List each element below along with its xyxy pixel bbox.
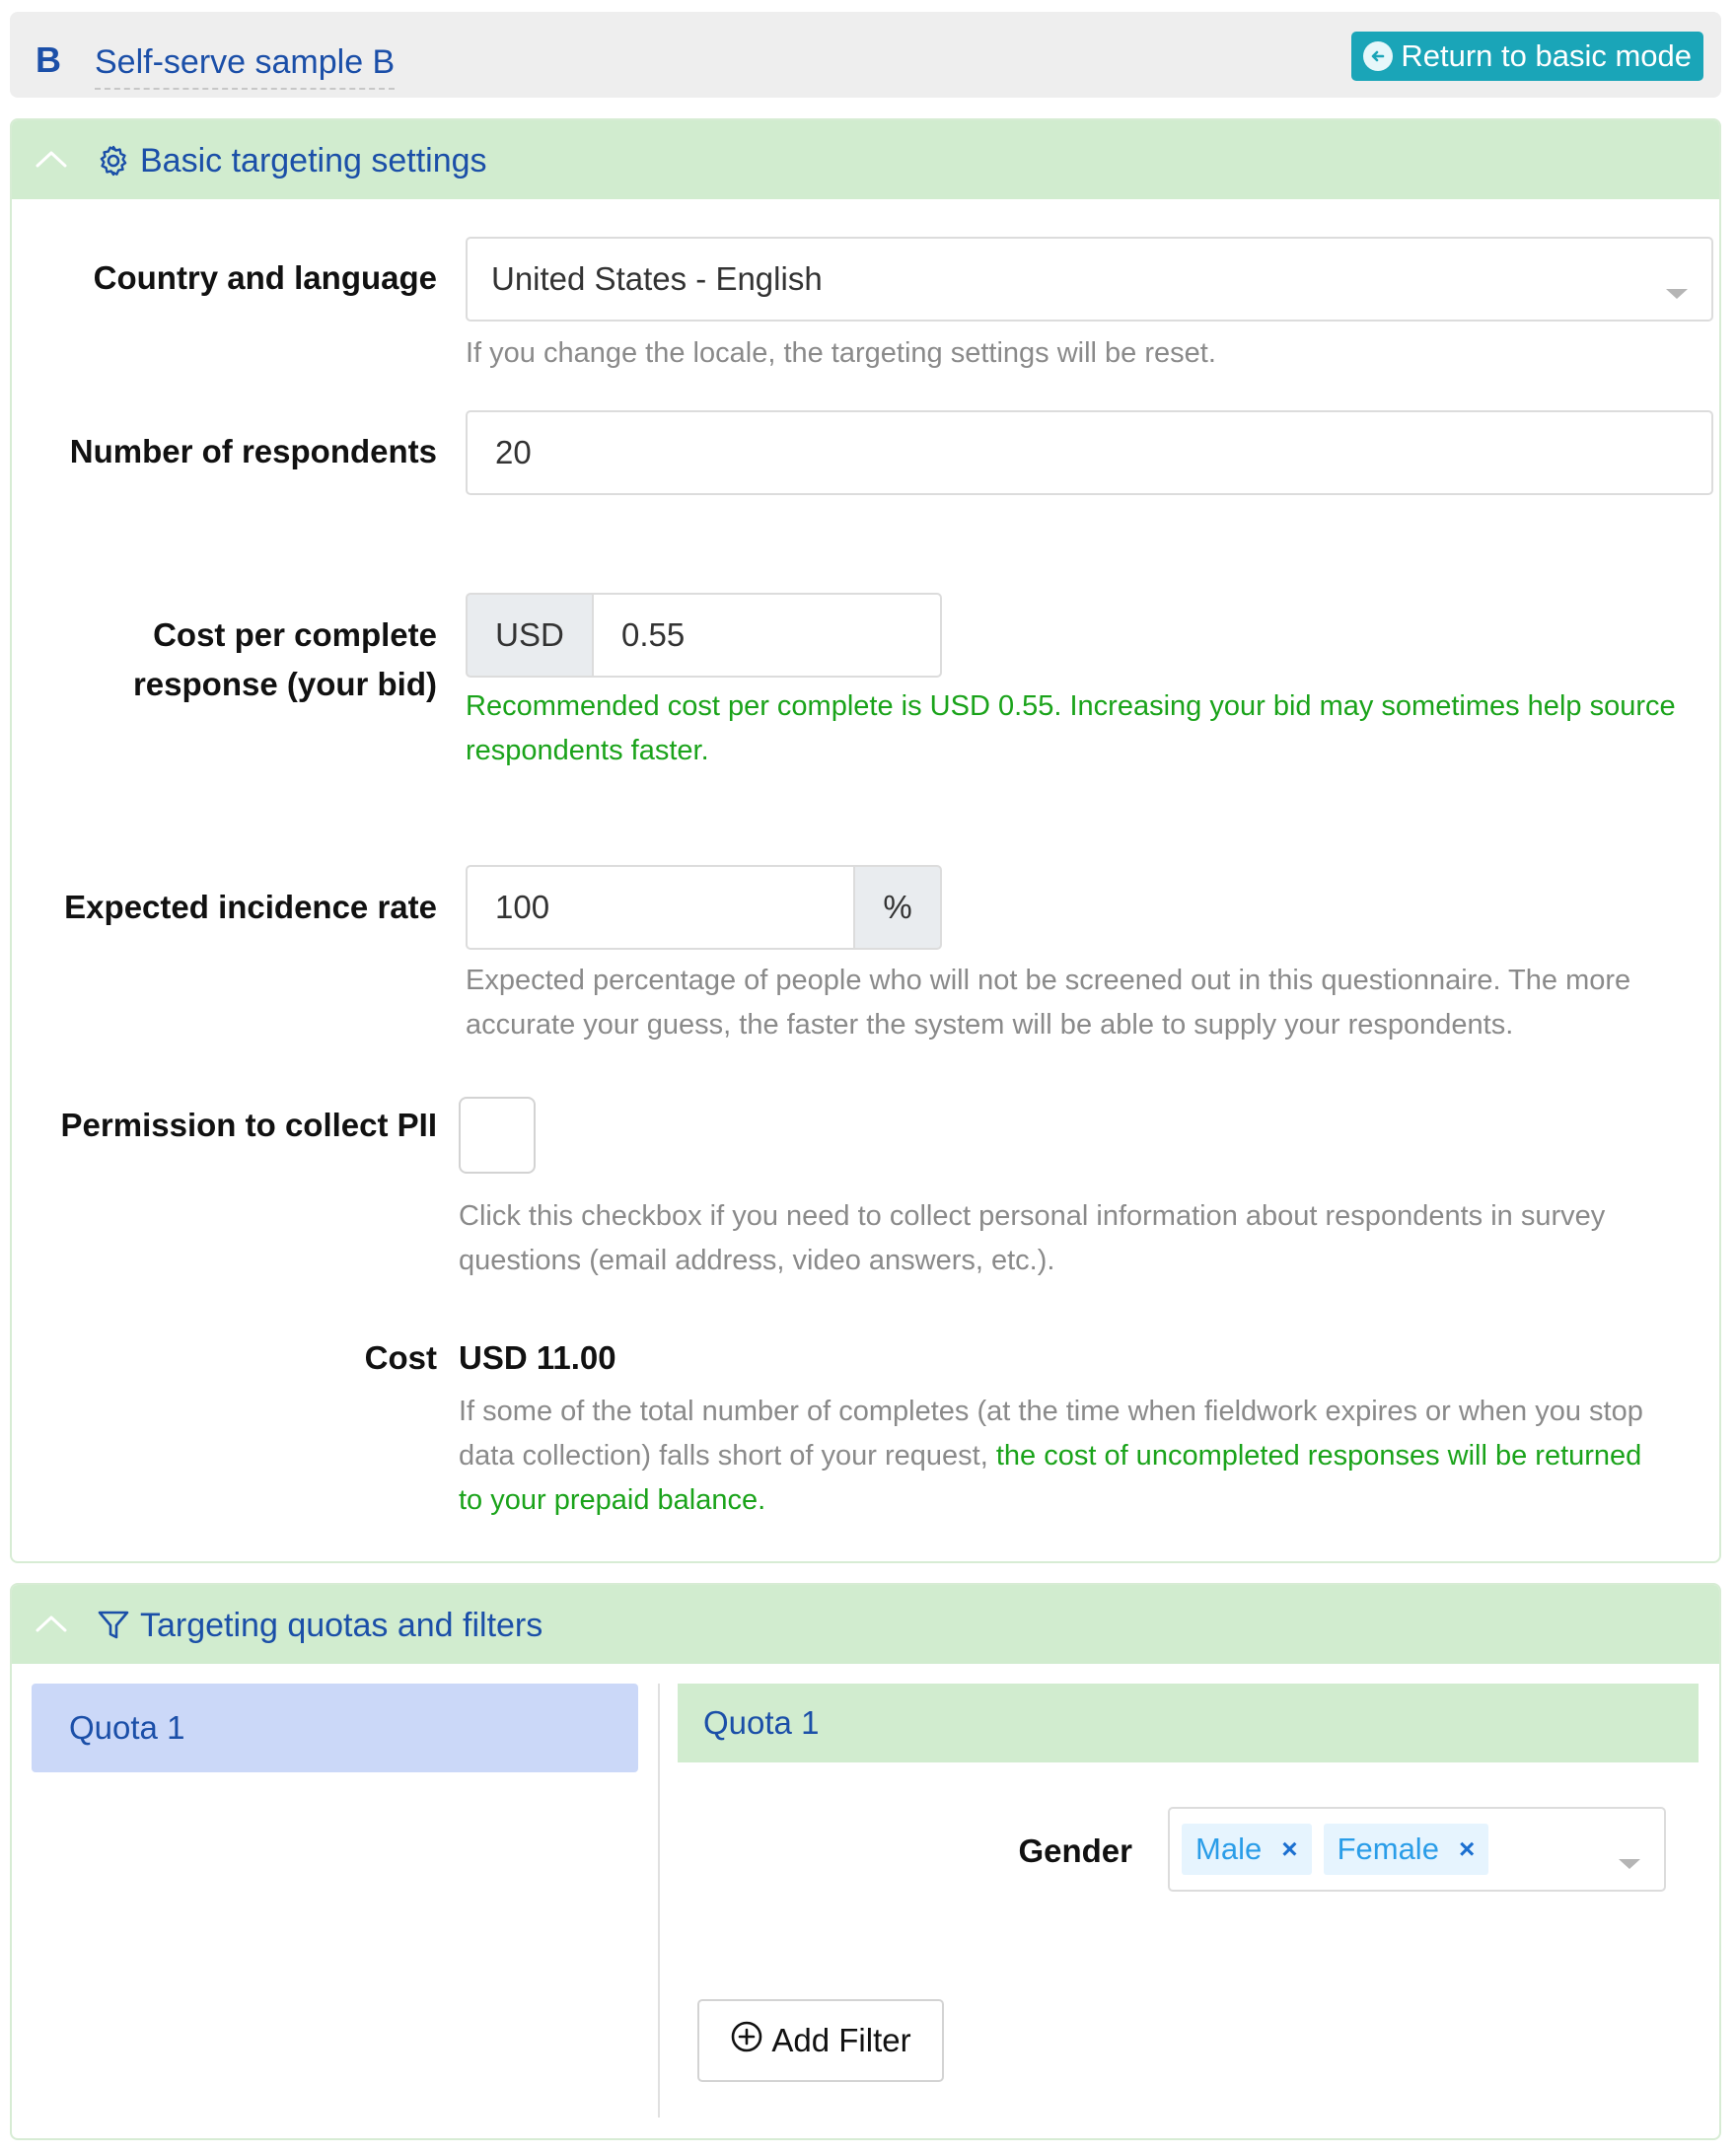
cost-help-line3: to your prepaid balance. (459, 1484, 766, 1516)
incidence-unit: % (883, 889, 912, 925)
pii-checkbox[interactable] (459, 1097, 536, 1174)
return-to-basic-mode-label: Return to basic mode (1401, 38, 1692, 73)
remove-tag-icon[interactable]: × (1459, 1833, 1475, 1865)
cpc-value: 0.55 (621, 616, 686, 653)
quota-detail-header: Quota 1 (678, 1684, 1699, 1762)
quota-divider (658, 1684, 660, 2118)
chevron-down-icon (1664, 272, 1690, 310)
quotas-filters-title: Targeting quotas and filters (140, 1607, 543, 1644)
basic-targeting-panel: Basic targeting settings Country and lan… (10, 118, 1721, 1563)
incidence-value: 100 (495, 889, 550, 925)
cpc-help-line2: respondents faster. (466, 735, 709, 766)
quota-list-item-label: Quota 1 (69, 1709, 185, 1746)
sample-title[interactable]: Self-serve sample B (95, 43, 396, 90)
respondents-input[interactable]: 20 (466, 410, 1713, 495)
gender-label: Gender (1018, 1832, 1132, 1869)
cpc-help-line1: Recommended cost per complete is USD 0.5… (466, 690, 1676, 722)
top-header: B Self-serve sample B Return to basic mo… (10, 12, 1721, 98)
cost-help-line2-green: the cost of uncompleted responses will b… (995, 1440, 1642, 1472)
gender-select[interactable]: Male × Female × (1168, 1807, 1666, 1892)
incidence-unit-addon: % (853, 865, 942, 950)
pii-help-line1: Click this checkbox if you need to colle… (459, 1200, 1606, 1232)
plus-circle-icon (730, 2020, 763, 2061)
cpc-currency-addon: USD (466, 593, 594, 678)
cost-help-line2-gray: data collection) falls short of your req… (459, 1440, 996, 1472)
cost-value: USD 11.00 (459, 1339, 616, 1376)
gear-icon (97, 144, 130, 182)
filter-icon (97, 1609, 130, 1647)
incidence-label: Expected incidence rate (64, 889, 437, 925)
cost-label: Cost (364, 1339, 437, 1376)
add-filter-button[interactable]: Add Filter (697, 1999, 944, 2082)
cpc-label-line1: Cost per complete (153, 616, 437, 653)
pii-label: Permission to collect PII (60, 1107, 437, 1143)
incidence-input[interactable]: 100 (466, 865, 855, 950)
pii-help-line2: questions (email address, video answers,… (459, 1245, 1055, 1276)
quota-detail-title: Quota 1 (703, 1704, 820, 1741)
sample-badge: B (36, 39, 61, 80)
gender-tag-label: Male (1195, 1832, 1263, 1866)
cpc-currency: USD (495, 616, 564, 653)
gender-tag-male: Male × (1182, 1824, 1312, 1875)
cpc-input[interactable]: 0.55 (592, 593, 942, 678)
gender-tag-female: Female × (1323, 1824, 1489, 1875)
gender-tag-label: Female (1337, 1832, 1439, 1866)
country-language-label: Country and language (93, 259, 437, 296)
quota-list-item[interactable]: Quota 1 (32, 1684, 638, 1772)
incidence-help-line1: Expected percentage of people who will n… (466, 965, 1631, 996)
quotas-filters-header[interactable]: Targeting quotas and filters (12, 1585, 1719, 1664)
chevron-up-icon[interactable] (34, 1609, 69, 1643)
return-to-basic-mode-button[interactable]: Return to basic mode (1351, 32, 1703, 81)
chevron-down-icon (1617, 1842, 1642, 1880)
add-filter-label: Add Filter (771, 2022, 911, 2058)
incidence-help-line2: accurate your guess, the faster the syst… (466, 1009, 1514, 1041)
country-language-help: If you change the locale, the targeting … (466, 337, 1216, 369)
basic-targeting-title: Basic targeting settings (140, 142, 487, 180)
chevron-up-icon[interactable] (34, 144, 69, 179)
respondents-label: Number of respondents (69, 433, 437, 469)
country-language-select[interactable]: United States - English (466, 237, 1713, 322)
quotas-filters-panel: Targeting quotas and filters Quota 1 Quo… (10, 1583, 1721, 2140)
arrow-left-circle-icon (1363, 41, 1394, 71)
cpc-label-line2: response (your bid) (132, 666, 437, 702)
remove-tag-icon[interactable]: × (1281, 1833, 1297, 1865)
cost-help-line2: data collection) falls short of your req… (459, 1434, 1641, 1478)
basic-targeting-header[interactable]: Basic targeting settings (12, 120, 1719, 199)
country-language-value: United States - English (491, 260, 823, 297)
cost-help-line1: If some of the total number of completes… (459, 1396, 1643, 1427)
respondents-value: 20 (495, 434, 532, 470)
